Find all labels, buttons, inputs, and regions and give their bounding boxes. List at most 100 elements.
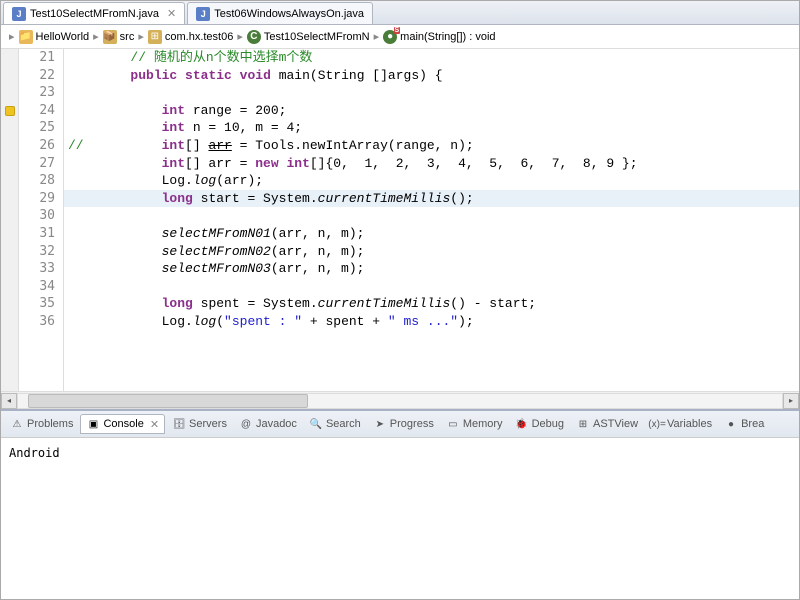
memory-icon: ▭	[446, 417, 460, 431]
code-editor[interactable]: // 随机的从n个数中选择m个数 public static void main…	[64, 49, 799, 391]
code-line[interactable]: long start = System.currentTimeMillis();	[64, 190, 799, 208]
view-tab-label: Variables	[667, 418, 712, 430]
view-tab-console[interactable]: ▣Console ✕	[80, 414, 165, 434]
code-line[interactable]: long spent = System.currentTimeMillis() …	[64, 295, 799, 313]
code-line[interactable]: int[] arr = new int[]{0, 1, 2, 3, 4, 5, …	[64, 155, 799, 173]
editor-tab-bar: J Test10SelectMFromN.java ✕ J Test06Wind…	[1, 1, 799, 25]
variables-icon: (x)=	[650, 417, 664, 431]
close-icon[interactable]: ✕	[167, 7, 176, 20]
breadcrumb-package[interactable]: ⊞ com.hx.test06	[148, 30, 233, 44]
chevron-right-icon: ▸	[237, 30, 243, 43]
view-tab-label: Brea	[741, 418, 764, 430]
view-tab-astview[interactable]: ⊞ASTView	[571, 415, 643, 433]
code-line[interactable]: selectMFromN01(arr, n, m);	[64, 225, 799, 243]
editor-tab[interactable]: J Test06WindowsAlwaysOn.java	[187, 2, 373, 24]
view-tab-debug[interactable]: 🐞Debug	[510, 415, 569, 433]
marker-column	[1, 49, 19, 391]
view-tab-label: Progress	[390, 418, 434, 430]
breadcrumb-method[interactable]: ● main(String[]) : void	[383, 30, 495, 44]
marker-slot	[1, 313, 18, 331]
line-number: 33	[19, 260, 55, 278]
marker-slot	[1, 243, 18, 261]
console-output[interactable]: Android	[1, 438, 799, 599]
editor-tab-active[interactable]: J Test10SelectMFromN.java ✕	[3, 2, 185, 24]
line-number: 24	[19, 102, 55, 120]
view-tab-search[interactable]: 🔍Search	[304, 415, 366, 433]
marker-slot	[1, 172, 18, 190]
search-icon: 🔍	[309, 417, 323, 431]
marker-slot	[1, 190, 18, 208]
line-number: 28	[19, 172, 55, 190]
view-tab-variables[interactable]: (x)=Variables	[645, 415, 717, 433]
scroll-track[interactable]	[17, 393, 783, 409]
ide-window: J Test10SelectMFromN.java ✕ J Test06Wind…	[0, 0, 800, 600]
problems-icon: ⚠	[10, 417, 24, 431]
view-tab-label: Memory	[463, 418, 503, 430]
brea-icon: ●	[724, 417, 738, 431]
view-tab-label: Console	[103, 418, 143, 430]
console-icon: ▣	[86, 417, 100, 431]
java-file-icon: J	[12, 7, 26, 21]
marker-slot	[1, 102, 18, 120]
view-tab-label: Debug	[532, 418, 564, 430]
servers-icon: 🗄	[172, 417, 186, 431]
view-tab-memory[interactable]: ▭Memory	[441, 415, 508, 433]
warning-icon[interactable]	[5, 106, 15, 116]
view-tab-javadoc[interactable]: @Javadoc	[234, 415, 302, 433]
view-tab-progress[interactable]: ➤Progress	[368, 415, 439, 433]
line-number: 36	[19, 313, 55, 331]
code-line[interactable]: public static void main(String []args) {	[64, 67, 799, 85]
horizontal-scrollbar[interactable]: ◂ ▸	[1, 391, 799, 409]
scroll-thumb[interactable]	[28, 394, 308, 408]
view-tab-bar: ⚠Problems▣Console✕🗄Servers@Javadoc🔍Searc…	[1, 411, 799, 438]
marker-slot	[1, 278, 18, 296]
tab-label: Test06WindowsAlwaysOn.java	[214, 8, 364, 20]
code-line[interactable]: // 随机的从n个数中选择m个数	[64, 49, 799, 67]
marker-slot	[1, 155, 18, 173]
chevron-right-icon: ▸	[9, 30, 15, 43]
code-line[interactable]: int n = 10, m = 4;	[64, 119, 799, 137]
method-icon: ●	[383, 30, 397, 44]
close-icon[interactable]: ✕	[150, 418, 159, 431]
scroll-right-button[interactable]: ▸	[783, 393, 799, 409]
line-number: 25	[19, 119, 55, 137]
progress-icon: ➤	[373, 417, 387, 431]
chevron-right-icon: ▸	[93, 30, 99, 43]
package-icon: ⊞	[148, 30, 162, 44]
view-tab-problems[interactable]: ⚠Problems	[5, 415, 78, 433]
breadcrumb-project[interactable]: 📁 HelloWorld	[19, 30, 90, 44]
editor-area: 21222324252627282930313233343536 // 随机的从…	[1, 49, 799, 391]
marker-slot	[1, 84, 18, 102]
chevron-right-icon: ▸	[138, 30, 144, 43]
astview-icon: ⊞	[576, 417, 590, 431]
line-number: 30	[19, 207, 55, 225]
code-line[interactable]: Log.log("spent : " + spent + " ms ...");	[64, 313, 799, 331]
code-line[interactable]: int range = 200;	[64, 102, 799, 120]
marker-slot	[1, 260, 18, 278]
source-folder-icon: 📦	[103, 30, 117, 44]
breadcrumb-class[interactable]: C Test10SelectMFromN	[247, 30, 370, 44]
breadcrumb-src[interactable]: 📦 src	[103, 30, 135, 44]
line-number: 34	[19, 278, 55, 296]
marker-slot	[1, 49, 18, 67]
code-line[interactable]	[64, 84, 799, 102]
view-tab-label: Problems	[27, 418, 73, 430]
javadoc-icon: @	[239, 417, 253, 431]
view-tab-label: Search	[326, 418, 361, 430]
line-number: 26	[19, 137, 55, 155]
scroll-left-button[interactable]: ◂	[1, 393, 17, 409]
code-line[interactable]: Log.log(arr);	[64, 172, 799, 190]
line-number: 23	[19, 84, 55, 102]
view-tab-brea[interactable]: ●Brea	[719, 415, 769, 433]
line-number: 27	[19, 155, 55, 173]
code-line[interactable]: selectMFromN02(arr, n, m);	[64, 243, 799, 261]
code-line[interactable]: // int[] arr = Tools.newIntArray(range, …	[64, 137, 799, 155]
project-icon: 📁	[19, 30, 33, 44]
marker-slot	[1, 295, 18, 313]
code-line[interactable]: selectMFromN03(arr, n, m);	[64, 260, 799, 278]
line-number: 35	[19, 295, 55, 313]
code-line[interactable]	[64, 278, 799, 296]
code-line[interactable]	[64, 207, 799, 225]
view-tab-servers[interactable]: 🗄Servers	[167, 415, 232, 433]
marker-slot	[1, 137, 18, 155]
